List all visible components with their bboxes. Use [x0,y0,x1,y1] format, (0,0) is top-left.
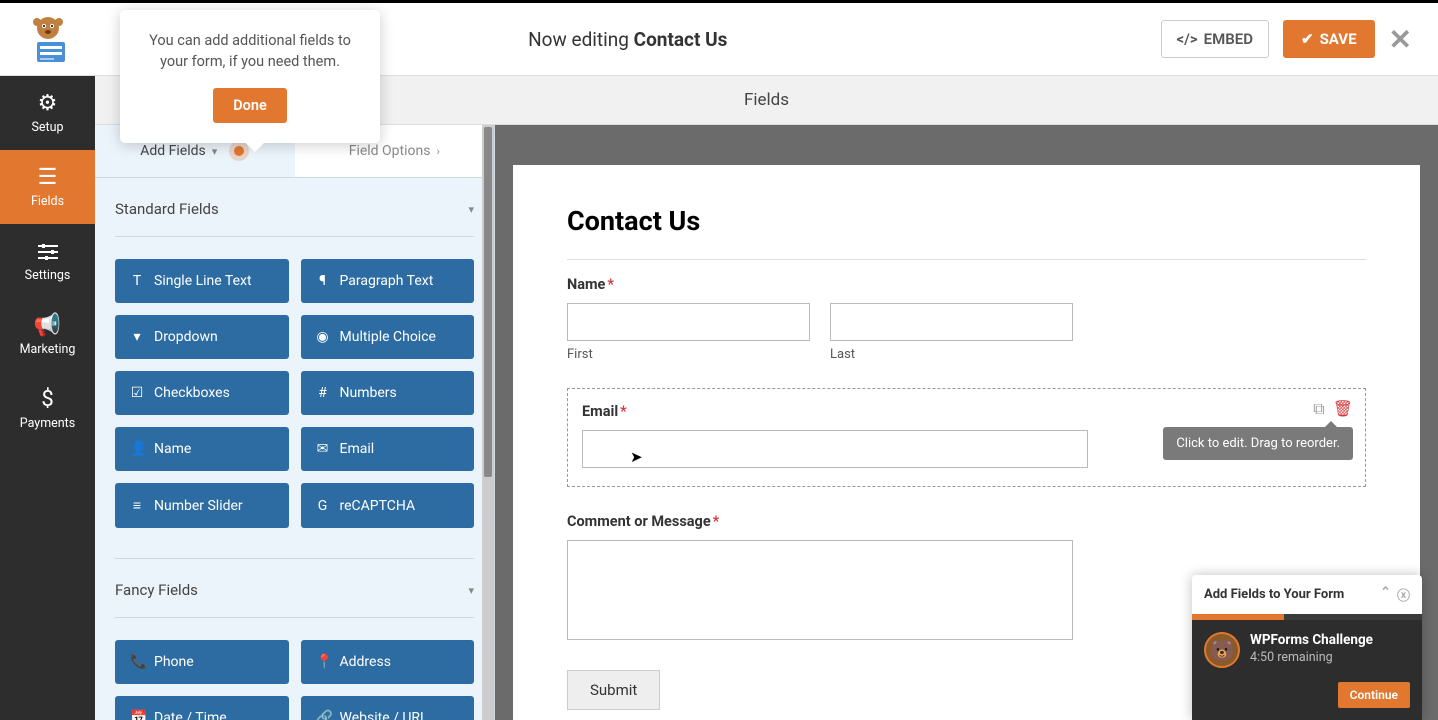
sidebar-item-marketing[interactable]: 📢 Marketing [0,298,95,372]
field-name[interactable]: 👤Name [115,427,289,471]
field-number-slider[interactable]: ≡Number Slider [115,483,289,528]
submit-button[interactable]: Submit [567,670,660,710]
close-challenge-icon[interactable]: ⓧ [1397,585,1410,604]
comment-label: Comment or Message* [567,513,1366,530]
google-icon: G [316,498,330,514]
last-sublabel: Last [830,347,1073,362]
group-fancy-fields[interactable]: Fancy Fields ▾ [115,558,474,618]
challenge-card: Add Fields to Your Form ⌃ ⓧ 🐻 WPForms Ch… [1192,575,1422,720]
first-name-input[interactable] [567,303,810,341]
name-label: Name* [567,276,1366,293]
chevron-down-icon: ▾ [468,584,474,597]
code-icon: </> [1177,30,1198,48]
sliders-icon [37,239,59,264]
calendar-icon: 📅 [130,710,144,720]
caret-square-icon: ▾ [130,329,144,345]
dollar-icon: $ [41,387,53,412]
chevron-down-icon: ▾ [212,145,218,158]
fields-panel: Add Fields ▾ Field Options › Standard Fi… [95,125,495,720]
list-icon: ☰ [38,165,58,190]
group-standard-fields[interactable]: Standard Fields ▾ [115,178,474,237]
sidebar-item-payments[interactable]: $ Payments [0,372,95,446]
first-sublabel: First [567,347,810,362]
embed-button[interactable]: </> EMBED [1161,20,1269,58]
link-icon: 🔗 [316,710,330,720]
paragraph-icon: ¶ [316,273,330,289]
field-phone[interactable]: 📞Phone [115,640,289,684]
challenge-avatar-icon: 🐻 [1204,632,1240,668]
sidebar-item-settings[interactable]: Settings [0,224,95,298]
challenge-head-text: Add Fields to Your Form [1204,587,1344,602]
field-numbers[interactable]: #Numbers [301,371,475,415]
logo [0,3,95,75]
radio-icon: ◉ [316,329,330,345]
field-tooltip: Click to edit. Drag to reorder. [1163,427,1353,460]
editing-prefix: Now editing [528,28,634,51]
comment-textarea[interactable] [567,540,1073,640]
popover-text: You can add additional fields to your fo… [142,30,358,72]
check-icon: ✔ [1301,30,1314,48]
field-address[interactable]: 📍Address [301,640,475,684]
editing-form-name: Contact Us [634,28,728,51]
hash-icon: # [316,385,330,401]
challenge-continue-button[interactable]: Continue [1338,682,1410,708]
field-checkboxes[interactable]: ☑Checkboxes [115,371,289,415]
email-input[interactable] [582,430,1088,468]
trash-icon[interactable]: 🗑 [1333,399,1353,419]
field-single-line-text[interactable]: TSingle Line Text [115,259,289,303]
field-date-time[interactable]: 📅Date / Time [115,696,289,720]
wpforms-logo-icon [23,14,73,64]
field-paragraph-text[interactable]: ¶Paragraph Text [301,259,475,303]
save-button[interactable]: ✔ SAVE [1283,20,1375,58]
field-dropdown[interactable]: ▾Dropdown [115,315,289,359]
phone-icon: 📞 [130,654,144,670]
close-icon[interactable]: ✕ [1389,23,1412,56]
form-field-email[interactable]: ⧉ 🗑 Email* Click to edit. Drag to reorde… [567,388,1366,487]
field-website-url[interactable]: 🔗Website / URL [301,696,475,720]
duplicate-icon[interactable]: ⧉ [1313,399,1324,419]
sidebar-item-setup[interactable]: ⚙ Setup [0,76,95,150]
map-pin-icon: 📍 [316,654,330,670]
form-field-name[interactable]: Name* First Last [567,276,1366,362]
tutorial-popover: You can add additional fields to your fo… [120,10,380,143]
envelope-icon: ✉ [316,441,330,457]
sidebar: ⚙ Setup ☰ Fields Settings 📢 Marketing $ … [0,76,95,720]
popover-done-button[interactable]: Done [213,88,287,123]
gear-icon: ⚙ [38,91,58,116]
scrollbar[interactable] [482,125,494,720]
field-recaptcha[interactable]: GreCAPTCHA [301,483,475,528]
text-icon: T [130,273,144,289]
email-label: Email* [582,403,1351,420]
checkbox-icon: ☑ [130,385,144,401]
user-icon: 👤 [130,441,144,457]
collapse-icon[interactable]: ⌃ [1380,585,1391,604]
last-name-input[interactable] [830,303,1073,341]
chevron-down-icon: ▾ [468,203,474,216]
bullhorn-icon: 📢 [34,313,61,338]
form-title[interactable]: Contact Us [567,205,1366,260]
challenge-time: 4:50 remaining [1250,650,1373,665]
challenge-title: WPForms Challenge [1250,632,1373,648]
chevron-right-icon: › [436,145,439,158]
field-email[interactable]: ✉Email [301,427,475,471]
sliders-icon: ≡ [130,497,144,514]
top-actions: </> EMBED ✔ SAVE ✕ [1161,20,1438,58]
sidebar-item-fields[interactable]: ☰ Fields [0,150,95,224]
field-multiple-choice[interactable]: ◉Multiple Choice [301,315,475,359]
